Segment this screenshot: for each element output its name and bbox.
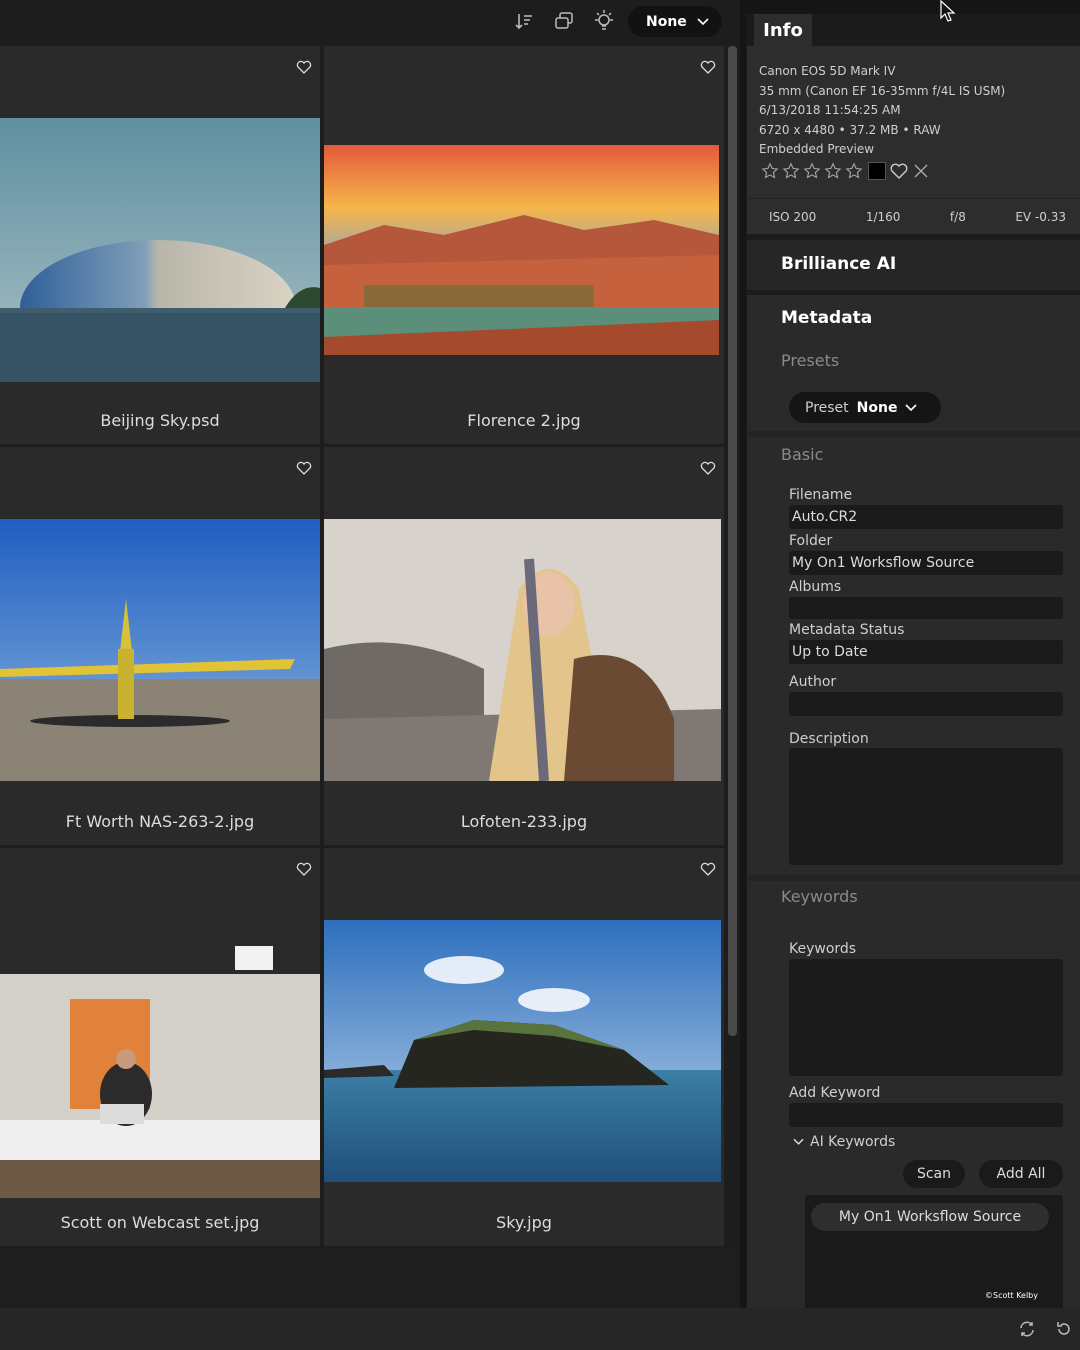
status-field-label: Metadata Status — [789, 622, 905, 638]
author-field-label: Author — [789, 674, 837, 690]
star-icon[interactable] — [782, 162, 800, 180]
ai-keywords-label: AI Keywords — [810, 1134, 896, 1150]
mouse-cursor-icon — [940, 0, 956, 22]
iso-value: ISO 200 — [769, 209, 817, 224]
ev-value: EV -0.33 — [1015, 209, 1066, 224]
ai-keywords-toggle[interactable]: AI Keywords — [793, 1134, 895, 1150]
filename-label: Lofoten-233.jpg — [460, 812, 588, 831]
preset-value: None — [856, 399, 898, 416]
heart-icon[interactable] — [700, 60, 716, 74]
metadata-section: Metadata Presets Preset None Basic Filen… — [747, 295, 1080, 1315]
preset-dropdown[interactable]: Preset None — [789, 392, 941, 423]
browse-grid: None Beijing Sky.psd Florence 2.jpg Ft W… — [0, 0, 740, 1308]
sort-dropdown-label: None — [646, 13, 687, 30]
keywords-field[interactable] — [789, 959, 1063, 1076]
presets-title[interactable]: Presets — [781, 351, 839, 370]
heart-icon[interactable] — [700, 461, 716, 475]
filename-label: Sky.jpg — [496, 1213, 552, 1232]
panel-top-strip — [746, 0, 1080, 14]
chevron-down-icon — [793, 1138, 804, 1145]
star-icon[interactable] — [845, 162, 863, 180]
add-keyword-label: Add Keyword — [789, 1085, 881, 1101]
thumbnail-image[interactable] — [324, 145, 719, 355]
filename-label: Ft Worth NAS-263-2.jpg — [65, 812, 255, 831]
star-icon[interactable] — [824, 162, 842, 180]
info-pane: Canon EOS 5D Mark IV 35 mm (Canon EF 16-… — [747, 46, 1080, 234]
scan-button[interactable]: Scan — [903, 1160, 965, 1188]
basic-title[interactable]: Basic — [781, 445, 823, 464]
sync-icon[interactable] — [1018, 1320, 1036, 1338]
section-divider — [747, 431, 1080, 437]
filename-field-label: Filename — [789, 487, 853, 503]
status-field[interactable]: Up to Date — [789, 640, 1063, 664]
grid-item[interactable]: Sky.jpg — [324, 848, 724, 1246]
author-field[interactable] — [789, 692, 1063, 716]
thumbnail-image[interactable] — [0, 904, 320, 1198]
image-size: 6720 x 4480 • 37.2 MB • RAW — [759, 123, 941, 137]
stack-icon[interactable] — [553, 10, 575, 32]
grid-item[interactable]: Lofoten-233.jpg — [324, 447, 724, 845]
brilliance-ai-section[interactable]: Brilliance AI — [747, 240, 1080, 290]
filename-label: Scott on Webcast set.jpg — [60, 1213, 260, 1232]
bottom-bar — [0, 1308, 1080, 1350]
shutter-value: 1/160 — [865, 209, 901, 224]
sort-dropdown[interactable]: None — [628, 6, 722, 37]
reject-icon[interactable] — [912, 162, 930, 180]
grid-item[interactable]: Beijing Sky.psd — [0, 46, 320, 444]
preview-type: Embedded Preview — [759, 142, 875, 156]
capture-datetime: 6/13/2018 11:54:25 AM — [759, 103, 901, 117]
star-icon[interactable] — [803, 162, 821, 180]
thumbnail-image[interactable] — [0, 519, 320, 781]
keywords-field-label: Keywords — [789, 941, 857, 957]
heart-icon[interactable] — [296, 60, 312, 74]
rating-row — [761, 162, 930, 180]
keywords-title[interactable]: Keywords — [781, 887, 858, 906]
albums-field[interactable] — [789, 597, 1063, 619]
grid-toolbar: None — [0, 0, 740, 44]
heart-icon[interactable] — [700, 862, 716, 876]
reset-icon[interactable] — [1055, 1320, 1073, 1338]
camera-model: Canon EOS 5D Mark IV — [759, 64, 896, 78]
description-field[interactable] — [789, 748, 1063, 865]
description-field-label: Description — [789, 731, 869, 747]
heart-icon[interactable] — [889, 162, 909, 180]
exif-row: ISO 200 1/160 f/8 EV -0.33 — [747, 198, 1080, 234]
star-icon[interactable] — [761, 162, 779, 180]
grid-footer — [0, 1248, 740, 1308]
add-all-button[interactable]: Add All — [979, 1160, 1063, 1188]
chevron-down-icon — [697, 17, 709, 25]
lightbulb-icon[interactable] — [591, 8, 617, 34]
thumbnail-image[interactable] — [324, 519, 721, 781]
albums-field-label: Albums — [789, 579, 842, 595]
heart-icon[interactable] — [296, 862, 312, 876]
grid-item[interactable]: Florence 2.jpg — [324, 46, 724, 444]
aperture-value: f/8 — [949, 209, 966, 224]
folder-field-label: Folder — [789, 533, 833, 549]
brilliance-title: Brilliance AI — [781, 254, 897, 274]
filename-field[interactable]: Auto.CR2 — [789, 505, 1063, 529]
right-panel: Info Canon EOS 5D Mark IV 35 mm (Canon E… — [740, 0, 1080, 1315]
filename-label: Florence 2.jpg — [467, 411, 581, 430]
chevron-down-icon — [905, 403, 918, 411]
thumbnail-image[interactable] — [0, 118, 320, 382]
tab-info[interactable]: Info — [754, 14, 812, 46]
preset-label: Preset — [805, 399, 849, 416]
folder-field[interactable]: My On1 Worksflow Source — [789, 551, 1063, 575]
grid-scrollbar[interactable] — [728, 46, 737, 1036]
grid-item[interactable]: Ft Worth NAS-263-2.jpg — [0, 447, 320, 845]
grid-item[interactable]: Scott on Webcast set.jpg — [0, 848, 320, 1246]
thumbnail-image[interactable] — [324, 920, 721, 1182]
lens-info: 35 mm (Canon EF 16-35mm f/4L IS USM) — [759, 84, 1006, 98]
section-divider — [747, 875, 1080, 881]
color-label-swatch[interactable] — [868, 162, 886, 180]
add-keyword-input[interactable] — [789, 1103, 1063, 1127]
metadata-title[interactable]: Metadata — [781, 308, 872, 328]
photo-credit: ©Scott Kelby — [985, 1291, 1038, 1300]
heart-icon[interactable] — [296, 461, 312, 475]
sort-icon[interactable] — [513, 10, 535, 32]
ai-keyword-chip[interactable]: My On1 Worksflow Source — [811, 1203, 1049, 1231]
filename-label: Beijing Sky.psd — [100, 411, 220, 430]
